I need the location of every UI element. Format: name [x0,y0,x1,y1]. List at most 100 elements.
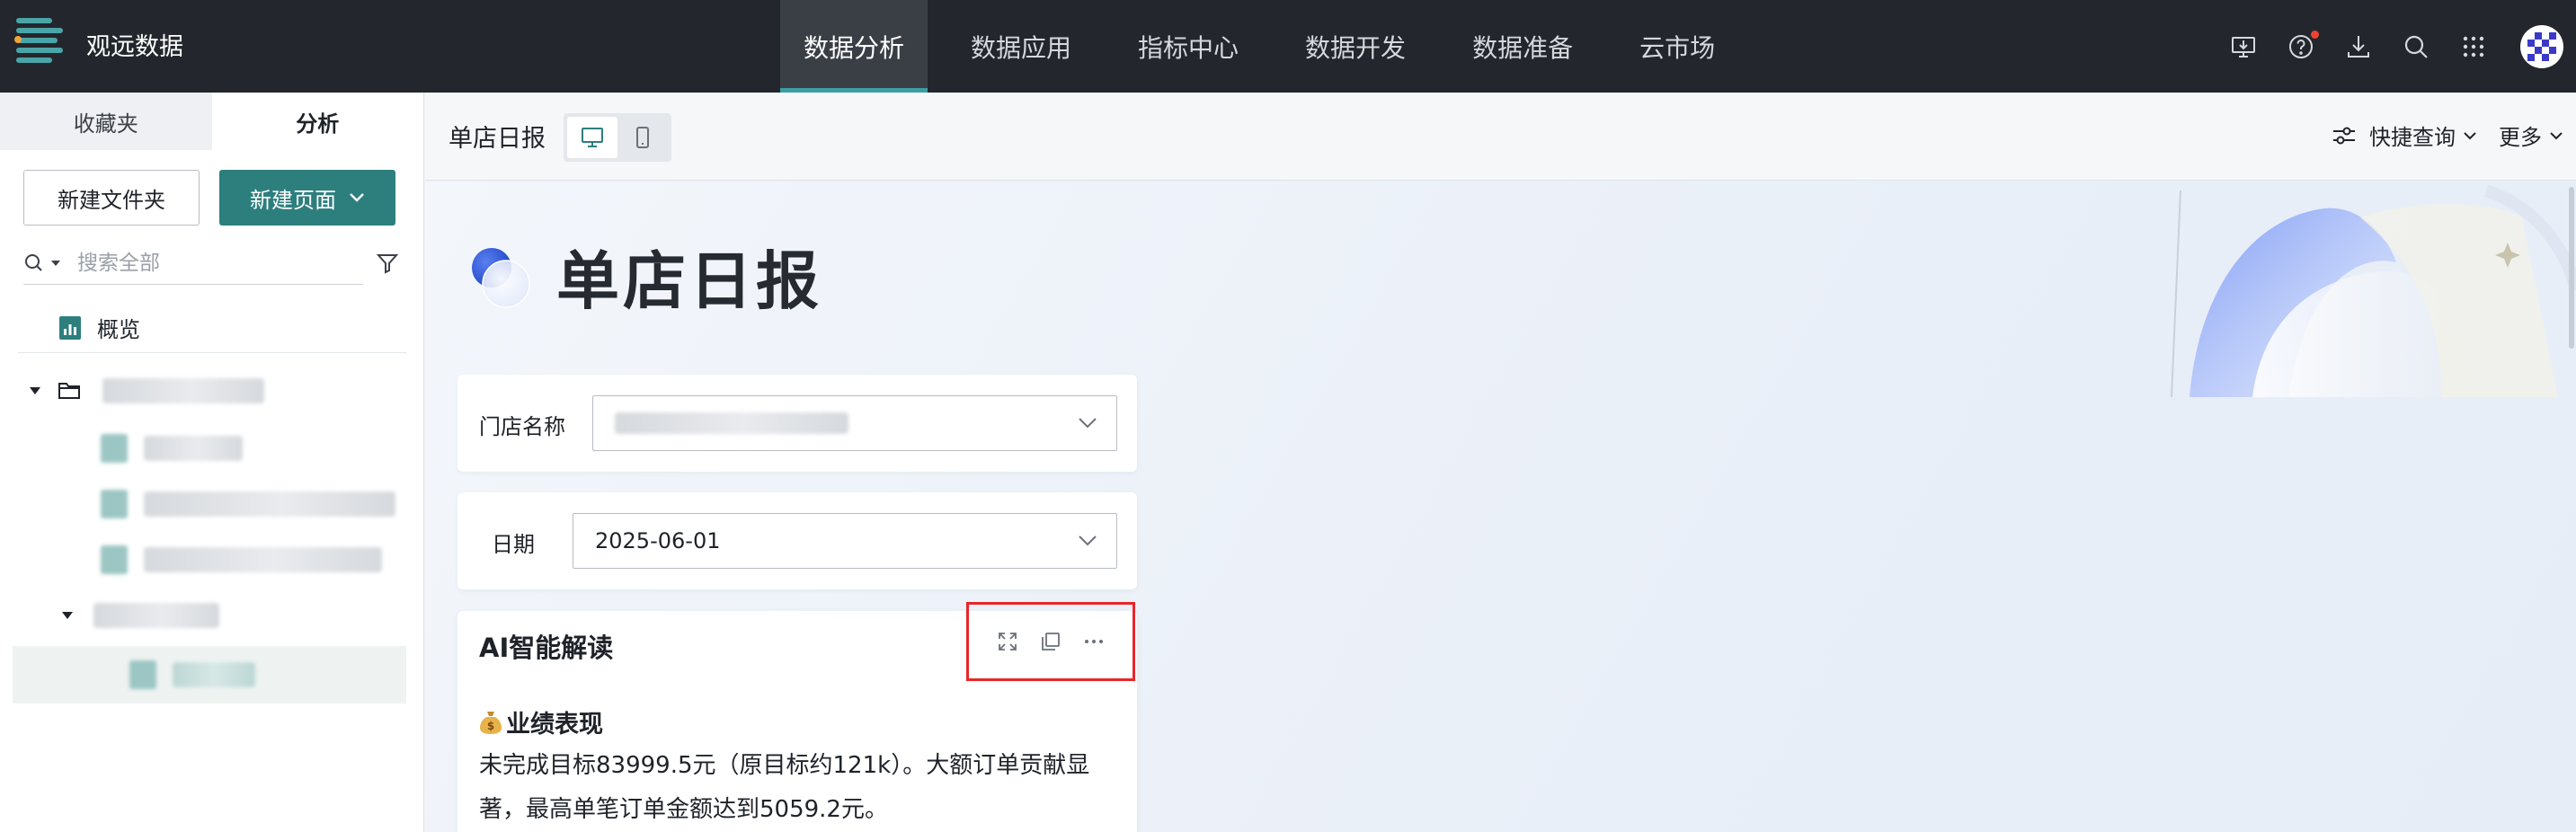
date-filter-label: 日期 [492,532,535,557]
monitor-icon [582,128,603,147]
tree-item-page[interactable] [0,423,406,474]
blurred-folder-name [102,378,264,403]
tree-item-overview[interactable]: 概览 [18,303,406,353]
blurred-page-name [144,436,243,461]
ai-insight-card: AI智能解读 $ 业绩表现 未完成目标83999.5元（原目标约121k）。大额… [457,602,1137,832]
page-icon [101,545,128,574]
search-scope-caret-icon[interactable] [50,259,61,268]
dashboard-canvas: 单店日报 门店名称 日期 2025-06-01 AI智能解读 $ 业绩表现 未完… [425,181,2576,832]
header-actions: 快捷查询 更多 [2310,119,2563,151]
nav-item-data-analysis[interactable]: 数据分析 [780,0,928,93]
search-icon[interactable] [2387,18,2445,75]
dashboard-title-row: 单店日报 [466,231,822,322]
fullscreen-button[interactable] [986,620,1029,663]
new-folder-button[interactable]: 新建文件夹 [23,170,200,226]
nav-item-cloud-market[interactable]: 云市场 [1616,0,1738,93]
phone-icon [636,127,649,148]
tree-item-page[interactable] [0,479,406,529]
store-filter-card: 门店名称 [457,375,1137,472]
blurred-page-name [144,547,382,572]
apps-grid-icon[interactable] [2445,18,2502,75]
chevron-down-icon [350,193,364,202]
blurred-store-name [615,412,848,434]
tab-favorites[interactable]: 收藏夹 [0,93,212,150]
copy-button[interactable] [1029,620,1072,663]
avatar[interactable] [2520,24,2563,68]
quick-query-button[interactable]: 快捷查询 [2332,119,2477,151]
title-orb-icon [472,247,530,308]
date-select[interactable]: 2025-06-01 [573,513,1117,569]
caret-down-icon [62,612,73,619]
tree-item-page[interactable] [0,535,406,585]
tree-folder[interactable] [0,366,406,416]
notification-dot [2311,30,2319,39]
dashboard-title: 单店日报 [556,244,822,318]
more-options-button[interactable] [1072,620,1115,663]
tree-label-overview: 概览 [97,317,140,342]
store-select[interactable] [592,395,1117,451]
performance-section-title: 业绩表现 [506,711,603,739]
screen-download-icon[interactable] [2215,18,2272,75]
chart-icon [59,315,81,340]
chevron-down-icon [1079,535,1097,546]
sidebar-tabs: 收藏夹 分析 [0,93,423,150]
caret-down-icon [30,387,40,394]
chevron-down-icon [2464,131,2476,139]
download-icon[interactable] [2330,18,2387,75]
blurred-page-name [173,662,255,687]
sidebar-actions: 新建文件夹 新建页面 [23,170,395,226]
sidebar-search [23,242,401,285]
chevron-down-icon [2550,131,2563,139]
canvas-scrollbar[interactable] [2569,187,2574,349]
ellipsis-icon [1085,640,1103,643]
chevron-down-icon [1079,418,1097,429]
performance-section-heading: $ 业绩表现 [479,704,603,739]
card-toolbar-highlight [966,602,1135,681]
top-bar: 观远数据 数据分析 数据应用 指标中心 数据开发 数据准备 云市场 [0,0,2576,93]
blurred-page-name [144,491,395,517]
logo-icon[interactable] [14,18,63,65]
page-header: 单店日报 快捷查询 更多 [425,93,2576,181]
search-icon[interactable] [23,252,47,274]
tree-item-page-selected[interactable] [13,646,406,704]
performance-text: 未完成目标83999.5元（原目标约121k）。大额订单贡献显著，最高单笔订单金… [479,752,1090,823]
top-icons [2215,0,2576,93]
desktop-view-button[interactable] [567,117,617,158]
page-name: 单店日报 [449,125,546,153]
quick-query-label: 快捷查询 [2369,125,2456,150]
search-input[interactable] [77,251,347,275]
help-icon[interactable] [2272,18,2330,75]
new-page-button[interactable]: 新建页面 [219,170,395,226]
page-icon [101,490,128,518]
sidebar: 收藏夹 分析 新建文件夹 新建页面 概览 [0,93,424,832]
brand-name: 观远数据 [86,33,183,61]
tree-subfolder[interactable] [0,590,406,641]
sliders-icon [2333,127,2355,144]
page-icon [101,434,128,463]
folder-icon [58,383,80,399]
expand-icon [999,633,1017,651]
nav-item-data-prep[interactable]: 数据准备 [1449,0,1596,93]
header-decoration [2171,184,2576,397]
nav-item-metrics-center[interactable]: 指标中心 [1115,0,1262,93]
nav-item-data-dev[interactable]: 数据开发 [1282,0,1429,93]
blurred-subfolder-name [93,603,219,628]
device-switch [564,113,671,162]
new-page-label: 新建页面 [250,187,336,213]
ai-card-title: AI智能解读 [479,633,614,663]
store-filter-label: 门店名称 [479,414,565,439]
copy-icon [1042,633,1060,651]
main-area: 单店日报 快捷查询 更多 单店日报 门店名称 日期 2025-06-01 AI智… [425,93,2576,832]
date-value: 2025-06-01 [595,528,721,553]
money-bag-icon: $ [480,711,502,734]
svg-text:$: $ [487,720,494,732]
search-box [23,242,363,285]
tab-analysis[interactable]: 分析 [211,93,423,150]
mobile-view-button[interactable] [617,117,668,158]
date-filter-card: 日期 2025-06-01 [457,492,1137,589]
more-label: 更多 [2499,125,2542,150]
page-icon [129,660,156,689]
more-button[interactable]: 更多 [2499,119,2563,151]
nav-item-data-apps[interactable]: 数据应用 [947,0,1095,93]
filter-icon[interactable] [376,252,399,275]
